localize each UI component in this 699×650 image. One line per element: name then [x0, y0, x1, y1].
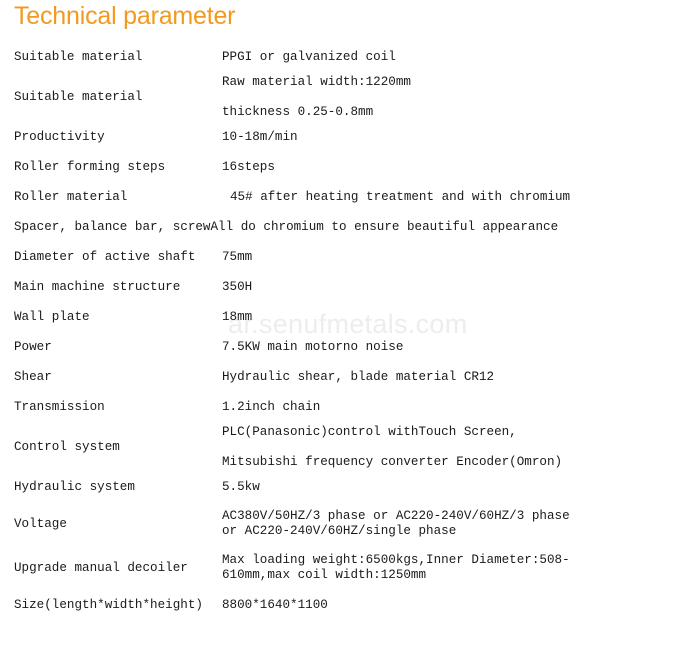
value-line: Mitsubishi frequency converter Encoder(O…: [222, 455, 563, 469]
table-row: Size(length*width*height) 8800*1640*1100: [0, 590, 699, 620]
table-row: Wall plate 18mm: [0, 302, 699, 332]
value-line: 8800*1640*1100: [222, 598, 328, 612]
table-row: Main machine structure 350H: [0, 272, 699, 302]
page-title: Technical parameter: [14, 2, 236, 30]
table-body: Suitable material PPGI or galvanized coi…: [0, 42, 699, 620]
row-label: Size(length*width*height): [14, 598, 203, 612]
row-value: 8800*1640*1100: [218, 590, 699, 620]
row-label: Hydraulic system: [14, 480, 135, 494]
value-line: 1.2inch chain: [222, 400, 321, 414]
row-value: 5.5kw: [218, 472, 699, 502]
table-row: Transmission 1.2inch chain: [0, 392, 699, 422]
row-label: Productivity: [14, 130, 105, 144]
table-row: Suitable material Raw material width:122…: [0, 72, 699, 122]
row-value: 1.2inch chain: [218, 392, 699, 422]
value-line: AC380V/50HZ/3 phase or AC220-240V/60HZ/3…: [222, 509, 570, 538]
table-row: Spacer, balance bar, screwAll do chromiu…: [0, 212, 699, 242]
technical-parameter-table: Suitable material PPGI or galvanized coi…: [0, 42, 699, 620]
value-line: Max loading weight:6500kgs,Inner Diamete…: [222, 553, 570, 582]
row-label: Suitable material: [14, 50, 143, 64]
row-value: PLC(Panasonic)control withTouch Screen, …: [218, 422, 699, 472]
value-line: 10-18m/min: [222, 130, 298, 144]
table-row: Suitable material PPGI or galvanized coi…: [0, 42, 699, 72]
row-value: Max loading weight:6500kgs,Inner Diamete…: [218, 546, 699, 590]
table-row: Roller forming steps 16steps: [0, 152, 699, 182]
table-row: Hydraulic system 5.5kw: [0, 472, 699, 502]
row-value: AC380V/50HZ/3 phase or AC220-240V/60HZ/3…: [218, 502, 699, 546]
row-value: 45# after heating treatment and with chr…: [218, 182, 699, 212]
row-label: Transmission: [14, 400, 105, 414]
row-label: Suitable material: [14, 90, 143, 104]
value-line: 7.5KW main motorno noise: [222, 340, 404, 354]
table-row: Control system PLC(Panasonic)control wit…: [0, 422, 699, 472]
table-row: Roller material 45# after heating treatm…: [0, 182, 699, 212]
table-row: Productivity 10-18m/min: [0, 122, 699, 152]
table-row: Voltage AC380V/50HZ/3 phase or AC220-240…: [0, 502, 699, 546]
table-row: Power 7.5KW main motorno noise: [0, 332, 699, 362]
row-value: 350H: [218, 272, 699, 302]
table-row: Shear Hydraulic shear, blade material CR…: [0, 362, 699, 392]
value-line: 350H: [222, 280, 253, 294]
table-row: Diameter of active shaft 75mm: [0, 242, 699, 272]
row-label: Power: [14, 340, 52, 354]
value-line: 45# after heating treatment and with chr…: [230, 190, 571, 204]
row-label: Shear: [14, 370, 52, 384]
value-line: Raw material width:1220mm: [222, 75, 411, 89]
row-label: Spacer, balance bar, screwAll do chromiu…: [14, 220, 559, 234]
row-label: Diameter of active shaft: [14, 250, 196, 264]
technical-parameter-page: Technical parameter ar.senufmetals.com S…: [0, 0, 699, 650]
row-label: Upgrade manual decoiler: [14, 561, 188, 575]
row-label: Wall plate: [14, 310, 90, 324]
row-value: 16steps: [218, 152, 699, 182]
value-line: PPGI or galvanized coil: [222, 50, 396, 64]
row-value: 18mm: [218, 302, 699, 332]
value-line: 16steps: [222, 160, 275, 174]
row-label: Roller forming steps: [14, 160, 166, 174]
row-value: 75mm: [218, 242, 699, 272]
value-line: PLC(Panasonic)control withTouch Screen,: [222, 425, 517, 439]
row-value: PPGI or galvanized coil: [218, 42, 699, 72]
row-label: Roller material: [14, 190, 128, 204]
row-value: Raw material width:1220mm thickness 0.25…: [218, 72, 699, 122]
row-value: 10-18m/min: [218, 122, 699, 152]
row-value: Hydraulic shear, blade material CR12: [218, 362, 699, 392]
value-line: 18mm: [222, 310, 253, 324]
value-line: 5.5kw: [222, 480, 260, 494]
value-line: 75mm: [222, 250, 253, 264]
table-row: Upgrade manual decoiler Max loading weig…: [0, 546, 699, 590]
value-line: Hydraulic shear, blade material CR12: [222, 370, 495, 384]
value-line: thickness 0.25-0.8mm: [222, 105, 374, 119]
row-label: Voltage: [14, 517, 67, 531]
row-value: 7.5KW main motorno noise: [218, 332, 699, 362]
row-label: Main machine structure: [14, 280, 181, 294]
row-label: Control system: [14, 440, 120, 454]
